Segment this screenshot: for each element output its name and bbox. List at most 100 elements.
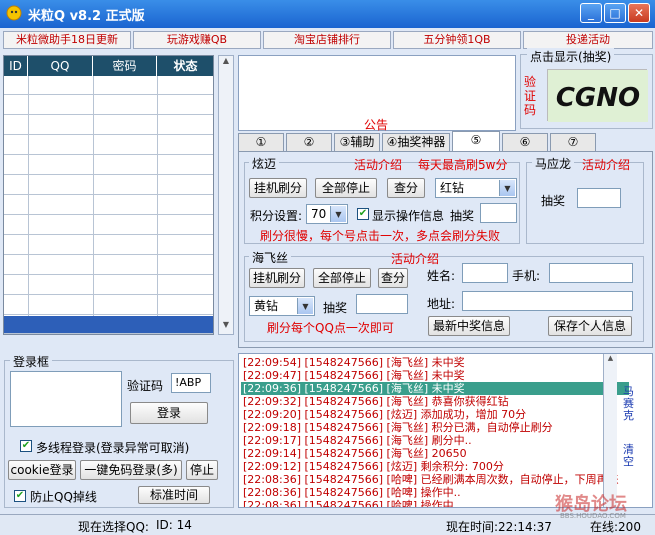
- haifeisi-diamond-select[interactable]: 黄钻 ▼: [249, 296, 315, 316]
- column-header-qq[interactable]: QQ: [28, 56, 93, 76]
- table-row[interactable]: [4, 136, 213, 155]
- haifeisi-score-button[interactable]: 查分: [378, 268, 408, 288]
- login-captcha-image[interactable]: [10, 371, 122, 427]
- tab-5[interactable]: ⑤: [452, 131, 500, 152]
- standard-time-button[interactable]: 标准时间: [138, 486, 210, 504]
- minimize-button[interactable]: _: [580, 3, 602, 23]
- status-bar: 现在选择QQ: ID: 14 现在时间:22:14:37 在线:200: [0, 514, 655, 534]
- haifeisi-lottery-label: 抽奖: [323, 301, 348, 315]
- log-line: [22:09:12] [1548247566] [炫迈] 剩余积分: 700分: [243, 460, 504, 473]
- table-row[interactable]: [4, 76, 213, 95]
- multi-thread-label: 多线程登录(登录异常可取消): [36, 441, 190, 455]
- captcha-text: CGNO: [556, 83, 640, 113]
- haifeisi-lottery-input[interactable]: [356, 294, 408, 314]
- chevron-down-icon: ▼: [499, 180, 515, 196]
- malong-title: 马应龙: [532, 155, 575, 172]
- tab-4-lottery[interactable]: ④抽奖神器: [382, 133, 450, 152]
- tab-2[interactable]: ②: [286, 133, 332, 152]
- captcha-image[interactable]: CGNO: [547, 69, 648, 122]
- score-setting-value: 70: [311, 207, 327, 221]
- log-line: [22:09:32] [1548247566] [海飞丝] 恭喜你获得红钻: [243, 395, 509, 408]
- table-row[interactable]: [4, 116, 213, 135]
- login-stop-button[interactable]: 停止: [186, 460, 218, 480]
- haifeisi-title: 海飞丝: [249, 249, 292, 266]
- toplink-update[interactable]: 米粒微助手18日更新: [3, 31, 131, 49]
- toplink-qb[interactable]: 五分钟领1QB: [393, 31, 521, 49]
- captcha-side-label: 验证码: [524, 75, 537, 117]
- column-header-id[interactable]: ID: [4, 56, 28, 76]
- show-info-label: 显示操作信息: [372, 209, 445, 223]
- malong-lottery-label: 抽奖: [541, 194, 566, 208]
- table-row[interactable]: [4, 296, 213, 315]
- log-line-selected: [22:09:36] [1548247566] [海飞丝] 未中奖: [241, 382, 629, 395]
- xuanmai-activity-link[interactable]: 活动介绍: [354, 156, 402, 173]
- maximize-button[interactable]: □: [604, 3, 626, 23]
- address-input[interactable]: [462, 291, 633, 311]
- close-button[interactable]: ✕: [628, 3, 650, 23]
- table-row[interactable]: [4, 196, 213, 215]
- chevron-down-icon: ▼: [297, 298, 313, 314]
- xuanmai-score-button[interactable]: 查分: [387, 178, 425, 198]
- haifeisi-stop-button[interactable]: 全部停止: [313, 268, 371, 288]
- toplink-delivery[interactable]: 投递活动: [523, 31, 653, 49]
- log-list[interactable]: [22:09:54] [1548247566] [海飞丝] 未中奖 [22:09…: [238, 353, 653, 508]
- login-title: 登录框: [10, 353, 53, 370]
- table-row[interactable]: [4, 276, 213, 295]
- haifeisi-hang-button[interactable]: 挂机刷分: [249, 268, 305, 288]
- login-button[interactable]: 登录: [130, 402, 208, 424]
- log-line: [22:09:17] [1548247566] [海飞丝] 刷分中..: [243, 434, 472, 447]
- tab-7[interactable]: ⑦: [550, 133, 596, 152]
- mosaic-button[interactable]: 马赛克: [623, 386, 635, 422]
- xuanmai-lottery-label: 抽奖: [450, 209, 475, 223]
- toplink-game[interactable]: 玩游戏赚QB: [133, 31, 261, 49]
- toplink-taobao[interactable]: 淘宝店铺排行: [263, 31, 391, 49]
- table-scrollbar[interactable]: ▲ ▼: [218, 55, 234, 335]
- table-row[interactable]: [4, 256, 213, 275]
- haifeisi-note: 刷分每个QQ点一次即可: [267, 321, 394, 335]
- xuanmai-select-value: 红钻: [440, 181, 465, 195]
- qq-account-table[interactable]: ID QQ 密码 状态: [3, 55, 214, 335]
- xuanmai-note: 刷分很慢，每个号点击一次，多点会刷分失败: [260, 229, 501, 243]
- malong-lottery-input[interactable]: [577, 188, 621, 208]
- table-row[interactable]: [4, 156, 213, 175]
- name-input[interactable]: [462, 263, 508, 283]
- score-setting-select[interactable]: 70 ▼: [306, 204, 348, 224]
- column-header-status[interactable]: 状态: [157, 56, 213, 76]
- xuanmai-diamond-select[interactable]: 红钻 ▼: [435, 178, 517, 198]
- prevent-drop-checkbox[interactable]: ✔: [14, 490, 26, 502]
- table-row[interactable]: [4, 216, 213, 235]
- captcha-title: 点击显示(抽奖): [527, 48, 615, 65]
- tab-1[interactable]: ①: [238, 133, 284, 152]
- save-personal-info-button[interactable]: 保存个人信息: [548, 316, 632, 336]
- log-line: [22:08:36] [1548247566] [哈啤] 操作中..: [243, 486, 461, 499]
- login-captcha-label: 验证码: [127, 379, 164, 393]
- column-header-password[interactable]: 密码: [93, 56, 157, 76]
- malong-activity-link[interactable]: 活动介绍: [582, 156, 630, 173]
- show-info-checkbox[interactable]: ✔: [357, 208, 369, 220]
- login-captcha-input[interactable]: !ABP: [171, 373, 211, 393]
- name-label: 姓名:: [427, 269, 456, 283]
- latest-winner-button[interactable]: 最新中奖信息: [428, 316, 510, 336]
- phone-input[interactable]: [549, 263, 633, 283]
- phone-label: 手机:: [512, 269, 541, 283]
- clear-log-button[interactable]: 清空: [623, 444, 635, 468]
- multi-thread-checkbox[interactable]: ✔: [20, 440, 32, 452]
- log-line: [22:09:54] [1548247566] [海飞丝] 未中奖: [243, 356, 465, 369]
- tab-3-assist[interactable]: ③辅助: [334, 133, 380, 152]
- xuanmai-hang-button[interactable]: 挂机刷分: [249, 178, 307, 198]
- xuanmai-title: 炫迈: [249, 155, 280, 172]
- table-row[interactable]: [4, 176, 213, 195]
- log-line: [22:09:20] [1548247566] [炫迈] 添加成功，增加 70分: [243, 408, 527, 421]
- table-row-selected[interactable]: [4, 316, 213, 334]
- tab-6[interactable]: ⑥: [502, 133, 548, 152]
- xuanmai-stop-button[interactable]: 全部停止: [315, 178, 377, 198]
- current-id-label: ID: 14: [156, 518, 192, 532]
- log-scrollbar[interactable]: ▲: [603, 354, 617, 507]
- onekey-login-button[interactable]: 一键免码登录(多): [80, 460, 182, 480]
- haifeisi-activity-link[interactable]: 活动介绍: [391, 250, 439, 267]
- table-row[interactable]: [4, 96, 213, 115]
- table-row[interactable]: [4, 236, 213, 255]
- current-time-label: 现在时间:22:14:37: [446, 520, 552, 534]
- xuanmai-lottery-input[interactable]: [480, 203, 517, 223]
- cookie-login-button[interactable]: cookie登录: [8, 460, 76, 480]
